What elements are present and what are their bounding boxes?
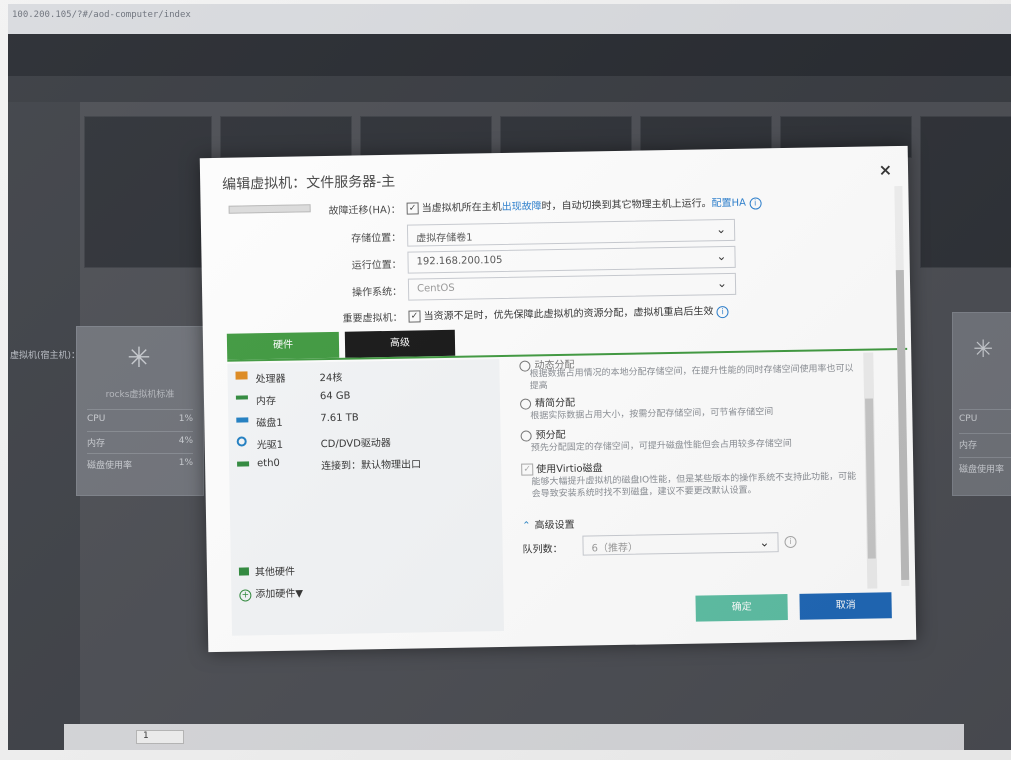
memory-icon <box>235 395 248 400</box>
sub-navigation <box>8 76 1011 102</box>
pagination-bar: 1 <box>64 724 964 750</box>
info-icon[interactable]: i <box>749 197 762 210</box>
chevron-down-icon: ⌄ <box>716 276 728 291</box>
failover-label: 故障迁移(HA)： <box>328 204 401 217</box>
add-icon: + <box>239 589 252 602</box>
dialog-title: 编辑虚拟机：文件服务器-主 <box>222 173 396 193</box>
cdrom-icon <box>236 436 247 447</box>
virtio-desc: 能够大幅提升虚拟机的磁盘IO性能，但是某些版本的操作系统不支持此功能，可能会导致… <box>531 471 857 500</box>
disk-icon <box>236 417 249 423</box>
left-panel-label: 虚拟机(宿主机)： <box>10 351 81 361</box>
os-label: 操作系统： <box>352 286 403 299</box>
alloc-dynamic-desc: 根据数据占用情况的本地分配存储空间，在提升性能的同时存储空间使用率也可以提高 <box>529 363 854 392</box>
vm-cluster-icon: ✳ <box>973 335 994 363</box>
important-vm-checkbox[interactable]: ✓ <box>408 310 421 323</box>
queue-select[interactable]: 6（推荐） ⌄ <box>582 532 779 556</box>
tab-advanced[interactable]: 高级 <box>344 329 456 358</box>
vm-cluster-icon: ✳ <box>127 341 151 374</box>
failover-checkbox[interactable]: ✓ <box>406 202 419 215</box>
virtio-checkbox[interactable]: ✓ <box>521 463 534 476</box>
top-navigation <box>8 34 1011 76</box>
vm-stat-row: CPU <box>959 409 1011 430</box>
hardware-list: 处理器 24核 内存 64 GB 磁盘1 7.61 TB 光驱1 CD/DVD驱动器 e… <box>227 359 505 636</box>
queue-label: 队列数： <box>522 543 563 556</box>
storage-label: 存储位置： <box>351 232 402 245</box>
dialog-scrollbar[interactable] <box>894 185 910 587</box>
vm-stat-row: 磁盘使用率 1% <box>87 453 193 474</box>
tab-hardware[interactable]: 硬件 <box>226 331 340 360</box>
collapse-icon: ⌃ <box>522 520 531 532</box>
run-location-label: 运行位置： <box>351 259 402 272</box>
radio-button <box>519 397 532 410</box>
run-location-select[interactable]: 192.168.200.105 ⌄ <box>407 245 736 274</box>
background-card <box>360 116 492 158</box>
background-card <box>84 116 212 268</box>
important-vm-option: ✓ 当资源不足时，优先保障此虚拟机的资源分配，虚拟机重启后生效 i <box>408 302 729 324</box>
chevron-down-icon: ⌄ <box>716 249 727 264</box>
ok-button[interactable]: 确定 <box>695 594 788 622</box>
vm-card[interactable]: ✳ CPU 内存 磁盘使用率 <box>952 312 1011 496</box>
failover-option: ✓ 当虚拟机所在主机出现故障时，自动切换到其它物理主机上运行。配置HA i <box>406 193 762 215</box>
left-panel <box>8 102 80 750</box>
vm-stat-row: 内存 4% <box>87 431 193 452</box>
hardware-item-network[interactable]: eth0 连接到：默认物理出口 <box>229 449 501 476</box>
other-hardware-icon <box>238 567 250 576</box>
os-select[interactable]: CentOS ⌄ <box>407 272 737 301</box>
partial-slider <box>228 204 311 214</box>
chevron-down-icon: ⌄ <box>715 222 727 237</box>
alloc-pre-desc: 预先分配固定的存储空间，可提升磁盘性能但会占用较多存储空间 <box>530 438 792 454</box>
alloc-thin-desc: 根据实际数据占用大小，按需分配存储空间，可节省存储空间 <box>530 407 774 422</box>
configure-ha-link[interactable]: 配置HA <box>712 198 747 210</box>
page-input[interactable]: 1 <box>136 730 184 744</box>
other-hardware-item[interactable]: 其他硬件 <box>238 563 295 579</box>
vm-stat-row: 磁盘使用率 <box>959 457 1011 478</box>
info-icon[interactable]: i <box>716 306 729 319</box>
close-icon[interactable]: × <box>878 160 892 179</box>
cancel-button[interactable]: 取消 <box>799 592 892 620</box>
network-icon <box>237 461 250 467</box>
browser-address-bar[interactable]: 100.200.105/?#/aod-computer/index <box>8 4 1011 35</box>
alloc-pre-option[interactable]: 预分配 <box>520 426 566 442</box>
scrollbar-thumb[interactable] <box>865 398 876 559</box>
virtio-option[interactable]: ✓ 使用Virtio磁盘 <box>521 459 603 476</box>
advanced-settings-toggle[interactable]: ⌃ 高级设置 <box>522 516 575 532</box>
important-vm-label: 重要虚拟机： <box>342 312 403 325</box>
disk-settings-panel: 动态分配 根据数据占用情况的本地分配存储空间，在提升性能的同时存储空间使用率也可… <box>509 352 878 595</box>
vm-stat-row: 内存 <box>959 433 1011 454</box>
info-icon[interactable]: i <box>784 535 797 549</box>
edit-vm-dialog: 编辑虚拟机：文件服务器-主 × 故障迁移(HA)： ✓ 当虚拟机所在主机出现故障时… <box>199 145 917 653</box>
radio-button <box>520 429 532 442</box>
vm-card[interactable]: ✳ rocks虚拟机标准 CPU 1% 内存 4% 磁盘使用率 1% <box>76 326 204 496</box>
scrollbar-thumb[interactable] <box>895 269 910 581</box>
vm-card-name: rocks虚拟机标准 <box>105 390 175 400</box>
cpu-icon <box>235 371 248 380</box>
add-hardware-button[interactable]: + 添加硬件▼ <box>239 584 303 602</box>
background-card <box>920 116 1011 268</box>
chevron-down-icon: ⌄ <box>759 535 770 550</box>
background-card <box>220 116 352 158</box>
url-text: 100.200.105/?#/aod-computer/index <box>12 10 191 20</box>
alloc-thin-option[interactable]: 精简分配 <box>519 394 575 410</box>
storage-select[interactable]: 虚拟存储卷1 ⌄ <box>406 218 736 247</box>
vm-stat-row: CPU 1% <box>87 409 193 430</box>
